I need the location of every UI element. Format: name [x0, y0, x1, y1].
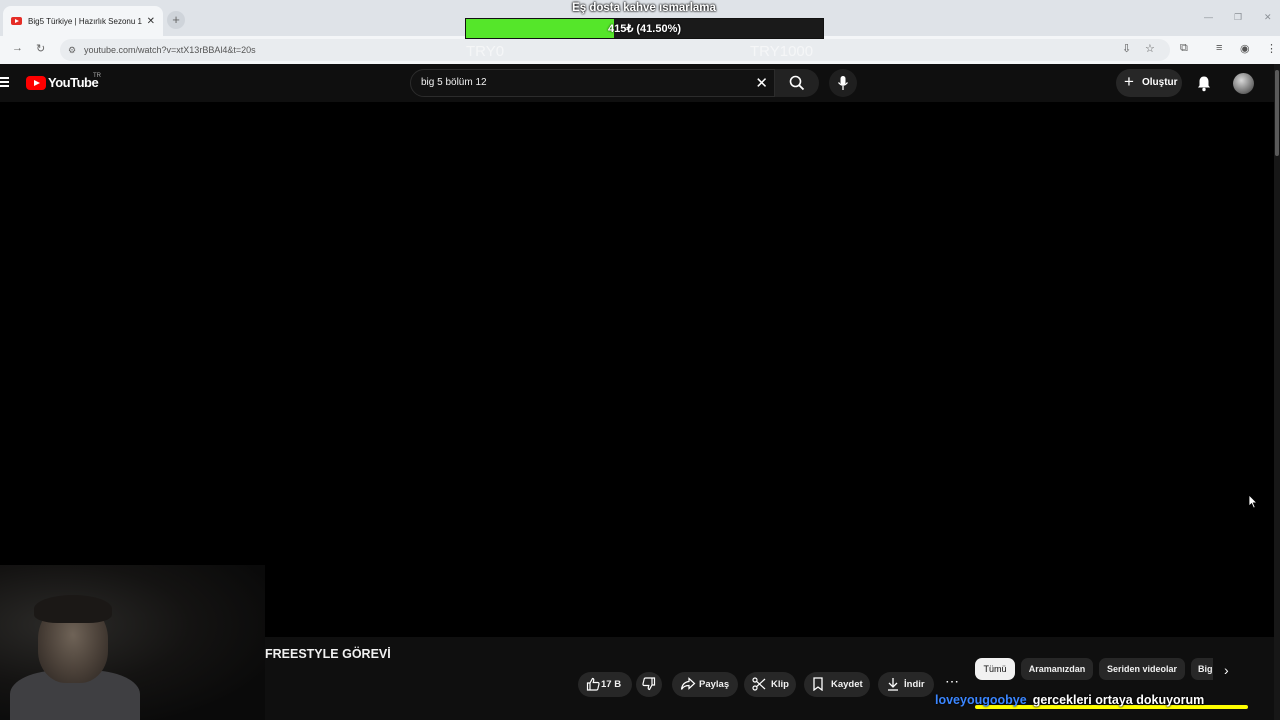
youtube-logo[interactable]: YouTube [26, 75, 99, 90]
share-label: Paylaş [699, 679, 730, 690]
window-close-icon[interactable]: ✕ [1264, 12, 1272, 23]
webcam-overlay [0, 565, 265, 720]
search-input[interactable]: big 5 bölüm 12 [421, 77, 487, 88]
youtube-play-icon [26, 75, 46, 90]
scissors-icon [752, 677, 766, 691]
save-button[interactable]: Kaydet [804, 672, 870, 697]
reload-icon[interactable]: ↻ [36, 42, 45, 55]
clear-search-icon[interactable]: ✕ [755, 74, 768, 92]
download-icon [888, 678, 898, 691]
chevron-right-icon[interactable]: › [1224, 662, 1229, 678]
site-info-icon[interactable]: ⚙ [68, 39, 76, 61]
restore-icon[interactable]: ❐ [1234, 12, 1242, 23]
clip-button[interactable]: Klip [744, 672, 796, 697]
download-button[interactable]: İndir [878, 672, 934, 697]
search-button[interactable] [775, 69, 819, 97]
address-bar[interactable]: ⚙ youtube.com/watch?v=xtX13rBBAl4&t=20s [60, 39, 1170, 61]
microphone-icon [837, 76, 849, 90]
chip-from-series[interactable]: Seriden videolar [1099, 658, 1185, 680]
chat-username: loveyougoobye [935, 693, 1027, 707]
account-avatar[interactable] [1233, 73, 1254, 94]
address-text: youtube.com/watch?v=xtX13rBBAl4&t=20s [84, 45, 256, 55]
media-controls-icon[interactable]: ≡ [1216, 42, 1222, 54]
scrollbar-thumb[interactable] [1275, 70, 1279, 156]
create-button[interactable]: Oluştur [1116, 68, 1182, 97]
youtube-wordmark: YouTube [48, 75, 99, 90]
voice-search-button[interactable] [829, 69, 857, 97]
country-code: TR [93, 73, 101, 79]
search-box[interactable]: big 5 bölüm 12 ✕ [410, 69, 775, 97]
browser-toolbar: → ↻ ⚙ youtube.com/watch?v=xtX13rBBAl4&t=… [0, 36, 1280, 64]
donation-progress-bar: 415₺ (41.50%) [465, 18, 824, 39]
minimize-icon[interactable]: — [1204, 12, 1213, 22]
webcam-person-hair [34, 595, 112, 623]
chip-all[interactable]: Tümü [975, 658, 1015, 680]
dislike-button[interactable] [636, 672, 662, 697]
like-button[interactable]: 17 B [578, 672, 632, 697]
youtube-header: YouTube TR big 5 bölüm 12 ✕ Oluştur [0, 64, 1274, 102]
clip-label: Klip [771, 679, 789, 690]
stream-chat-message: loveyougoobye gercekleri ortaya dokuyorum [935, 693, 1204, 707]
chip-from-search[interactable]: Aramanızdan [1021, 658, 1093, 680]
forward-icon[interactable]: → [12, 42, 23, 54]
donation-max-label: TRY1000 [750, 43, 814, 60]
youtube-favicon-icon [11, 17, 22, 25]
page-scrollbar[interactable] [1274, 64, 1280, 720]
chat-text: gercekleri ortaya dokuyorum [1032, 693, 1205, 707]
donation-min-label: TRY0 [466, 43, 505, 60]
notifications-bell-icon[interactable] [1196, 75, 1212, 92]
chip-big[interactable]: Big [1191, 658, 1213, 680]
browser-tab[interactable]: Big5 Türkiye | Hazırlık Sezonu 1 ✕ [3, 6, 163, 36]
bookmark-star-icon[interactable]: ☆ [1145, 42, 1155, 55]
save-label: Kaydet [831, 679, 863, 690]
chrome-menu-icon[interactable]: ⋮ [1266, 42, 1277, 55]
install-app-icon[interactable]: ⇩ [1122, 42, 1131, 55]
mouse-cursor-icon [1248, 494, 1258, 509]
search-icon [789, 75, 805, 91]
profile-icon[interactable]: ◉ [1240, 42, 1250, 55]
video-title: FREESTYLE GÖREVİ [265, 647, 391, 661]
like-count: 17 B [601, 679, 622, 690]
thumbs-down-icon [642, 677, 656, 691]
download-label: İndir [904, 679, 925, 690]
thumbs-up-icon [586, 677, 600, 691]
bookmark-icon [813, 677, 823, 691]
donation-progress-text: 415₺ (41.50%) [607, 23, 682, 35]
hamburger-menu-icon[interactable] [0, 77, 9, 87]
share-icon [680, 677, 696, 690]
share-button[interactable]: Paylaş [672, 672, 738, 697]
donation-goal-title: Eş dosta kahve ısmarlama [572, 2, 716, 14]
screen: Big5 Türkiye | Hazırlık Sezonu 1 ✕ + — ❐… [0, 0, 1280, 720]
new-tab-button[interactable]: + [167, 11, 185, 29]
video-player[interactable] [0, 102, 1274, 637]
tab-title: Big5 Türkiye | Hazırlık Sezonu 1 [28, 16, 142, 26]
extensions-icon[interactable]: ⧉ [1180, 42, 1188, 55]
tab-close-icon[interactable]: ✕ [147, 16, 155, 27]
